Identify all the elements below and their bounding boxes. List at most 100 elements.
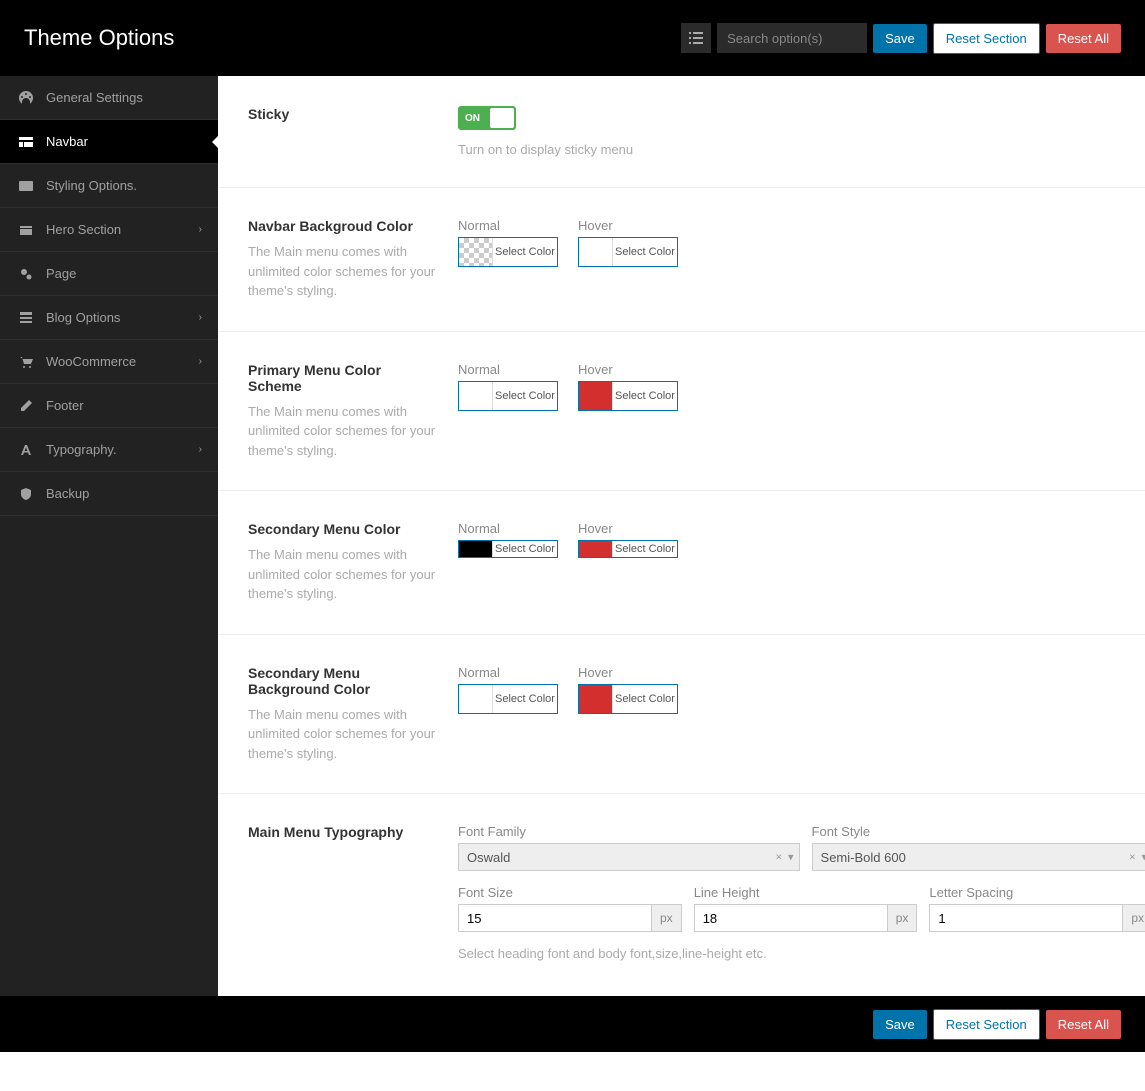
sidebar-item-label: Typography.: [46, 442, 117, 457]
sidebar-item-label: Footer: [46, 398, 84, 413]
section-sticky: Sticky ON Turn on to display sticky menu: [218, 76, 1145, 188]
edit-icon: [16, 399, 36, 413]
search-input[interactable]: [717, 23, 867, 53]
sidebar-item-label: WooCommerce: [46, 354, 136, 369]
sidebar-item-footer[interactable]: Footer: [0, 384, 218, 428]
color-label-normal: Normal: [458, 521, 558, 536]
chevron-right-icon: ›: [199, 224, 202, 235]
section-title: Sticky: [248, 106, 438, 122]
sticky-toggle[interactable]: ON: [458, 106, 516, 130]
help-text: Turn on to display sticky menu: [458, 142, 1145, 157]
unit-label: px: [888, 904, 918, 932]
letter-spacing-input[interactable]: [929, 904, 1123, 932]
navbar-bg-normal-color-picker[interactable]: Select Color: [458, 237, 558, 267]
page-title: Theme Options: [24, 25, 174, 51]
sidebar-item-label: Navbar: [46, 134, 88, 149]
sidebar-item-styling-options[interactable]: Styling Options.: [0, 164, 218, 208]
sidebar-item-hero-section[interactable]: Hero Section ›: [0, 208, 218, 252]
color-swatch: [459, 685, 493, 713]
section-navbar-bg-color: Navbar Backgroud Color The Main menu com…: [218, 188, 1145, 332]
sidebar-item-woocommerce[interactable]: WooCommerce ›: [0, 340, 218, 384]
section-secondary-menu-bg-color: Secondary Menu Background Color The Main…: [218, 635, 1145, 795]
font-family-select[interactable]: [458, 843, 800, 871]
bottombar: Save Reset Section Reset All: [0, 996, 1145, 1052]
reset-section-button-bottom[interactable]: Reset Section: [933, 1009, 1040, 1040]
blog-icon: [16, 311, 36, 325]
letter-spacing-label: Letter Spacing: [929, 885, 1145, 900]
cart-icon: [16, 355, 36, 369]
font-style-label: Font Style: [812, 824, 1145, 839]
sidebar-item-blog-options[interactable]: Blog Options ›: [0, 296, 218, 340]
line-height-input[interactable]: [694, 904, 888, 932]
sidebar-item-backup[interactable]: Backup: [0, 472, 218, 516]
chevron-right-icon: ›: [199, 312, 202, 323]
navbar-bg-hover-color-picker[interactable]: Select Color: [578, 237, 678, 267]
color-label-normal: Normal: [458, 362, 558, 377]
chevron-down-icon[interactable]: ▾: [788, 851, 794, 864]
section-desc: The Main menu comes with unlimited color…: [248, 545, 438, 604]
color-swatch: [459, 382, 493, 410]
secondary-bg-hover-color-picker[interactable]: Select Color: [578, 684, 678, 714]
font-style-select[interactable]: [812, 843, 1145, 871]
section-secondary-menu-color: Secondary Menu Color The Main menu comes…: [218, 491, 1145, 635]
sidebar-item-navbar[interactable]: Navbar: [0, 120, 218, 164]
select-color-label: Select Color: [613, 685, 677, 713]
reset-all-button-bottom[interactable]: Reset All: [1046, 1010, 1121, 1039]
sidebar-item-general-settings[interactable]: General Settings: [0, 76, 218, 120]
sidebar-item-label: Backup: [46, 486, 89, 501]
dashboard-icon: [16, 91, 36, 105]
section-primary-menu-color: Primary Menu Color Scheme The Main menu …: [218, 332, 1145, 492]
clear-icon[interactable]: ×: [1129, 851, 1135, 863]
sidebar-item-label: Page: [46, 266, 76, 281]
select-color-label: Select Color: [613, 541, 677, 557]
select-icons: × ▾: [776, 851, 794, 864]
secondary-normal-color-picker[interactable]: Select Color: [458, 540, 558, 558]
secondary-bg-normal-color-picker[interactable]: Select Color: [458, 684, 558, 714]
color-label-normal: Normal: [458, 665, 558, 680]
sidebar-item-label: Styling Options.: [46, 178, 137, 193]
sidebar-item-page[interactable]: Page: [0, 252, 218, 296]
section-title: Secondary Menu Background Color: [248, 665, 438, 697]
reset-section-button[interactable]: Reset Section: [933, 23, 1040, 54]
font-size-input[interactable]: [458, 904, 652, 932]
section-title: Secondary Menu Color: [248, 521, 438, 537]
secondary-hover-color-picker[interactable]: Select Color: [578, 540, 678, 558]
section-title: Main Menu Typography: [248, 824, 438, 840]
sidebar-item-label: Blog Options: [46, 310, 120, 325]
select-color-label: Select Color: [493, 382, 557, 410]
styling-icon: [16, 179, 36, 193]
select-color-label: Select Color: [493, 238, 557, 266]
font-icon: [16, 443, 36, 457]
hero-icon: [16, 223, 36, 237]
section-title: Navbar Backgroud Color: [248, 218, 438, 234]
section-title: Primary Menu Color Scheme: [248, 362, 438, 394]
color-swatch: [579, 685, 613, 713]
section-desc: The Main menu comes with unlimited color…: [248, 705, 438, 764]
color-label-hover: Hover: [578, 362, 678, 377]
chevron-down-icon[interactable]: ▾: [1142, 851, 1145, 864]
sidebar: General Settings Navbar Styling Options.…: [0, 76, 218, 996]
save-button[interactable]: Save: [873, 24, 927, 53]
reset-all-button[interactable]: Reset All: [1046, 24, 1121, 53]
help-text: Select heading font and body font,size,l…: [458, 946, 1145, 961]
font-family-label: Font Family: [458, 824, 800, 839]
save-button-bottom[interactable]: Save: [873, 1010, 927, 1039]
shield-icon: [16, 487, 36, 501]
topbar: Theme Options Save Reset Section Reset A…: [0, 0, 1145, 76]
unit-label: px: [1123, 904, 1145, 932]
primary-hover-color-picker[interactable]: Select Color: [578, 381, 678, 411]
toggle-on-label: ON: [458, 113, 480, 124]
color-swatch: [579, 238, 613, 266]
color-swatch: [459, 541, 493, 557]
select-icons: × ▾: [1129, 851, 1145, 864]
chevron-right-icon: ›: [199, 444, 202, 455]
primary-normal-color-picker[interactable]: Select Color: [458, 381, 558, 411]
cogs-icon: [16, 267, 36, 281]
font-size-label: Font Size: [458, 885, 682, 900]
main-content: Sticky ON Turn on to display sticky menu…: [218, 76, 1145, 996]
color-label-hover: Hover: [578, 521, 678, 536]
clear-icon[interactable]: ×: [776, 851, 782, 863]
sidebar-item-typography[interactable]: Typography. ›: [0, 428, 218, 472]
list-icon-button[interactable]: [681, 23, 711, 53]
unit-label: px: [652, 904, 682, 932]
